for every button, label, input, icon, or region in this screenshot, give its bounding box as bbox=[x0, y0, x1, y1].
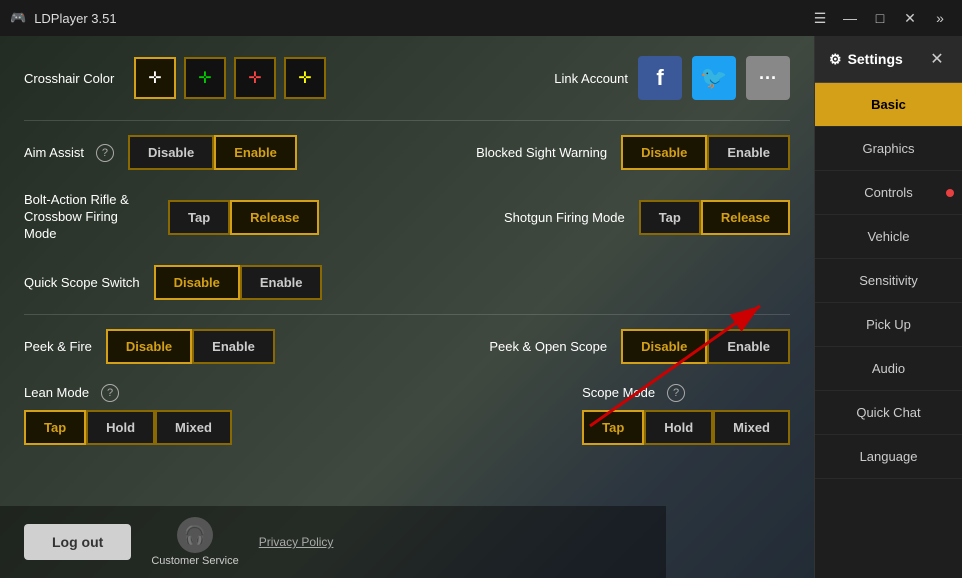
lean-mode-help-icon[interactable]: ? bbox=[101, 384, 119, 402]
customer-service-icon: 🎧 bbox=[177, 517, 213, 553]
lean-mode-toggle: Tap Hold Mixed bbox=[24, 410, 232, 445]
gear-icon: ⚙ bbox=[829, 51, 842, 68]
nav-item-basic[interactable]: Basic bbox=[815, 83, 962, 127]
link-account-label: Link Account bbox=[554, 71, 628, 86]
facebook-button[interactable]: f bbox=[638, 56, 682, 100]
nav-item-language[interactable]: Language bbox=[815, 435, 962, 479]
lean-mode-mixed[interactable]: Mixed bbox=[155, 410, 232, 445]
logout-button[interactable]: Log out bbox=[24, 524, 131, 560]
link-account-section: Link Account f 🐦 ··· bbox=[554, 56, 790, 100]
lean-mode-tap[interactable]: Tap bbox=[24, 410, 86, 445]
crosshair-option-1[interactable]: ✛ bbox=[184, 57, 226, 99]
scope-mode-section: Scope Mode ? Tap Hold Mixed bbox=[582, 384, 790, 445]
scope-mode-hold[interactable]: Hold bbox=[644, 410, 713, 445]
crosshair-label: Crosshair Color bbox=[24, 71, 134, 86]
peek-fire-disable[interactable]: Disable bbox=[106, 329, 192, 364]
settings-header: ⚙ Settings ✕ bbox=[815, 36, 962, 83]
scope-mode-mixed[interactable]: Mixed bbox=[713, 410, 790, 445]
game-background: Crosshair Color ✛ ✛ ✛ ✛ Link Account f 🐦… bbox=[0, 36, 814, 578]
nav-item-vehicle[interactable]: Vehicle bbox=[815, 215, 962, 259]
lean-mode-section: Lean Mode ? Tap Hold Mixed bbox=[24, 384, 232, 445]
shotgun-tap[interactable]: Tap bbox=[639, 200, 701, 235]
minimize-button[interactable]: — bbox=[838, 6, 862, 30]
customer-service-button[interactable]: 🎧 Customer Service bbox=[151, 517, 238, 567]
aim-assist-enable[interactable]: Enable bbox=[214, 135, 297, 170]
quick-scope-toggle: Disable Enable bbox=[154, 265, 323, 300]
peek-fire-label: Peek & Fire bbox=[24, 339, 92, 354]
crosshair-option-2[interactable]: ✛ bbox=[234, 57, 276, 99]
aim-assist-toggle: Disable Enable bbox=[128, 135, 297, 170]
shotgun-row: Shotgun Firing Mode Tap Release bbox=[504, 200, 790, 235]
nav-item-graphics[interactable]: Graphics bbox=[815, 127, 962, 171]
aim-assist-help-icon[interactable]: ? bbox=[96, 144, 114, 162]
app-icon: 🎮 bbox=[10, 10, 26, 26]
privacy-policy-link[interactable]: Privacy Policy bbox=[259, 535, 334, 549]
nav-item-pickup[interactable]: Pick Up bbox=[815, 303, 962, 347]
customer-service-label: Customer Service bbox=[151, 555, 238, 567]
aim-assist-disable[interactable]: Disable bbox=[128, 135, 214, 170]
lean-mode-label: Lean Mode bbox=[24, 385, 89, 400]
quick-scope-disable[interactable]: Disable bbox=[154, 265, 240, 300]
title-bar-controls: ☰ — □ ✕ » bbox=[808, 6, 952, 30]
main-layout: Crosshair Color ✛ ✛ ✛ ✛ Link Account f 🐦… bbox=[0, 36, 962, 578]
peek-scope-label: Peek & Open Scope bbox=[489, 339, 607, 354]
scope-mode-tap[interactable]: Tap bbox=[582, 410, 644, 445]
bolt-action-release[interactable]: Release bbox=[230, 200, 319, 235]
close-button[interactable]: ✕ bbox=[898, 6, 922, 30]
peek-scope-row: Peek & Open Scope Disable Enable bbox=[489, 329, 790, 364]
divider-2 bbox=[24, 314, 790, 315]
aim-assist-label: Aim Assist bbox=[24, 145, 84, 160]
divider-1 bbox=[24, 120, 790, 121]
blocked-sight-disable[interactable]: Disable bbox=[621, 135, 707, 170]
bottom-bar: Log out 🎧 Customer Service Privacy Polic… bbox=[0, 506, 666, 578]
quick-scope-label: Quick Scope Switch bbox=[24, 275, 140, 290]
lean-mode-hold[interactable]: Hold bbox=[86, 410, 155, 445]
peek-scope-toggle: Disable Enable bbox=[621, 329, 790, 364]
crosshair-option-3[interactable]: ✛ bbox=[284, 57, 326, 99]
bolt-action-toggle: Tap Release bbox=[168, 200, 319, 235]
extra-button[interactable]: » bbox=[928, 6, 952, 30]
peek-fire-toggle: Disable Enable bbox=[106, 329, 275, 364]
bolt-action-label: Bolt-Action Rifle &Crossbow Firing Mode bbox=[24, 192, 154, 243]
shotgun-toggle: Tap Release bbox=[639, 200, 790, 235]
twitter-button[interactable]: 🐦 bbox=[692, 56, 736, 100]
blocked-sight-row: Blocked Sight Warning Disable Enable bbox=[476, 135, 790, 170]
shotgun-release[interactable]: Release bbox=[701, 200, 790, 235]
scope-mode-label: Scope Mode bbox=[582, 385, 655, 400]
settings-nav: Basic Graphics Controls Vehicle Sensitiv… bbox=[815, 83, 962, 578]
quick-scope-enable[interactable]: Enable bbox=[240, 265, 323, 300]
blocked-sight-toggle: Disable Enable bbox=[621, 135, 790, 170]
blocked-sight-enable[interactable]: Enable bbox=[707, 135, 790, 170]
blocked-sight-label: Blocked Sight Warning bbox=[476, 145, 607, 160]
crosshair-section: Crosshair Color ✛ ✛ ✛ ✛ bbox=[24, 57, 326, 99]
bolt-action-tap[interactable]: Tap bbox=[168, 200, 230, 235]
scope-mode-toggle: Tap Hold Mixed bbox=[582, 410, 790, 445]
peek-fire-enable[interactable]: Enable bbox=[192, 329, 275, 364]
shotgun-label: Shotgun Firing Mode bbox=[504, 210, 625, 225]
nav-item-audio[interactable]: Audio bbox=[815, 347, 962, 391]
nav-item-quickchat[interactable]: Quick Chat bbox=[815, 391, 962, 435]
peek-scope-disable[interactable]: Disable bbox=[621, 329, 707, 364]
content-area: Crosshair Color ✛ ✛ ✛ ✛ Link Account f 🐦… bbox=[24, 56, 790, 445]
settings-close-button[interactable]: ✕ bbox=[926, 48, 948, 70]
more-button[interactable]: ··· bbox=[746, 56, 790, 100]
maximize-button[interactable]: □ bbox=[868, 6, 892, 30]
bolt-action-row: Bolt-Action Rifle &Crossbow Firing Mode … bbox=[24, 192, 319, 243]
settings-panel: ⚙ Settings ✕ Basic Graphics Controls Veh… bbox=[814, 36, 962, 578]
crosshair-option-0[interactable]: ✛ bbox=[134, 57, 176, 99]
menu-button[interactable]: ☰ bbox=[808, 6, 832, 30]
peek-fire-row: Peek & Fire Disable Enable bbox=[24, 329, 275, 364]
peek-scope-enable[interactable]: Enable bbox=[707, 329, 790, 364]
settings-title: ⚙ Settings bbox=[829, 51, 903, 68]
nav-item-controls[interactable]: Controls bbox=[815, 171, 962, 215]
settings-title-text: Settings bbox=[848, 51, 903, 67]
scope-mode-help-icon[interactable]: ? bbox=[667, 384, 685, 402]
quick-scope-row: Quick Scope Switch Disable Enable bbox=[24, 265, 790, 300]
title-bar-left: 🎮 LDPlayer 3.51 bbox=[10, 10, 117, 26]
title-bar: 🎮 LDPlayer 3.51 ☰ — □ ✕ » bbox=[0, 0, 962, 36]
nav-item-sensitivity[interactable]: Sensitivity bbox=[815, 259, 962, 303]
aim-assist-row: Aim Assist ? Disable Enable bbox=[24, 135, 297, 170]
app-name: LDPlayer 3.51 bbox=[34, 11, 116, 26]
crosshair-options: ✛ ✛ ✛ ✛ bbox=[134, 57, 326, 99]
